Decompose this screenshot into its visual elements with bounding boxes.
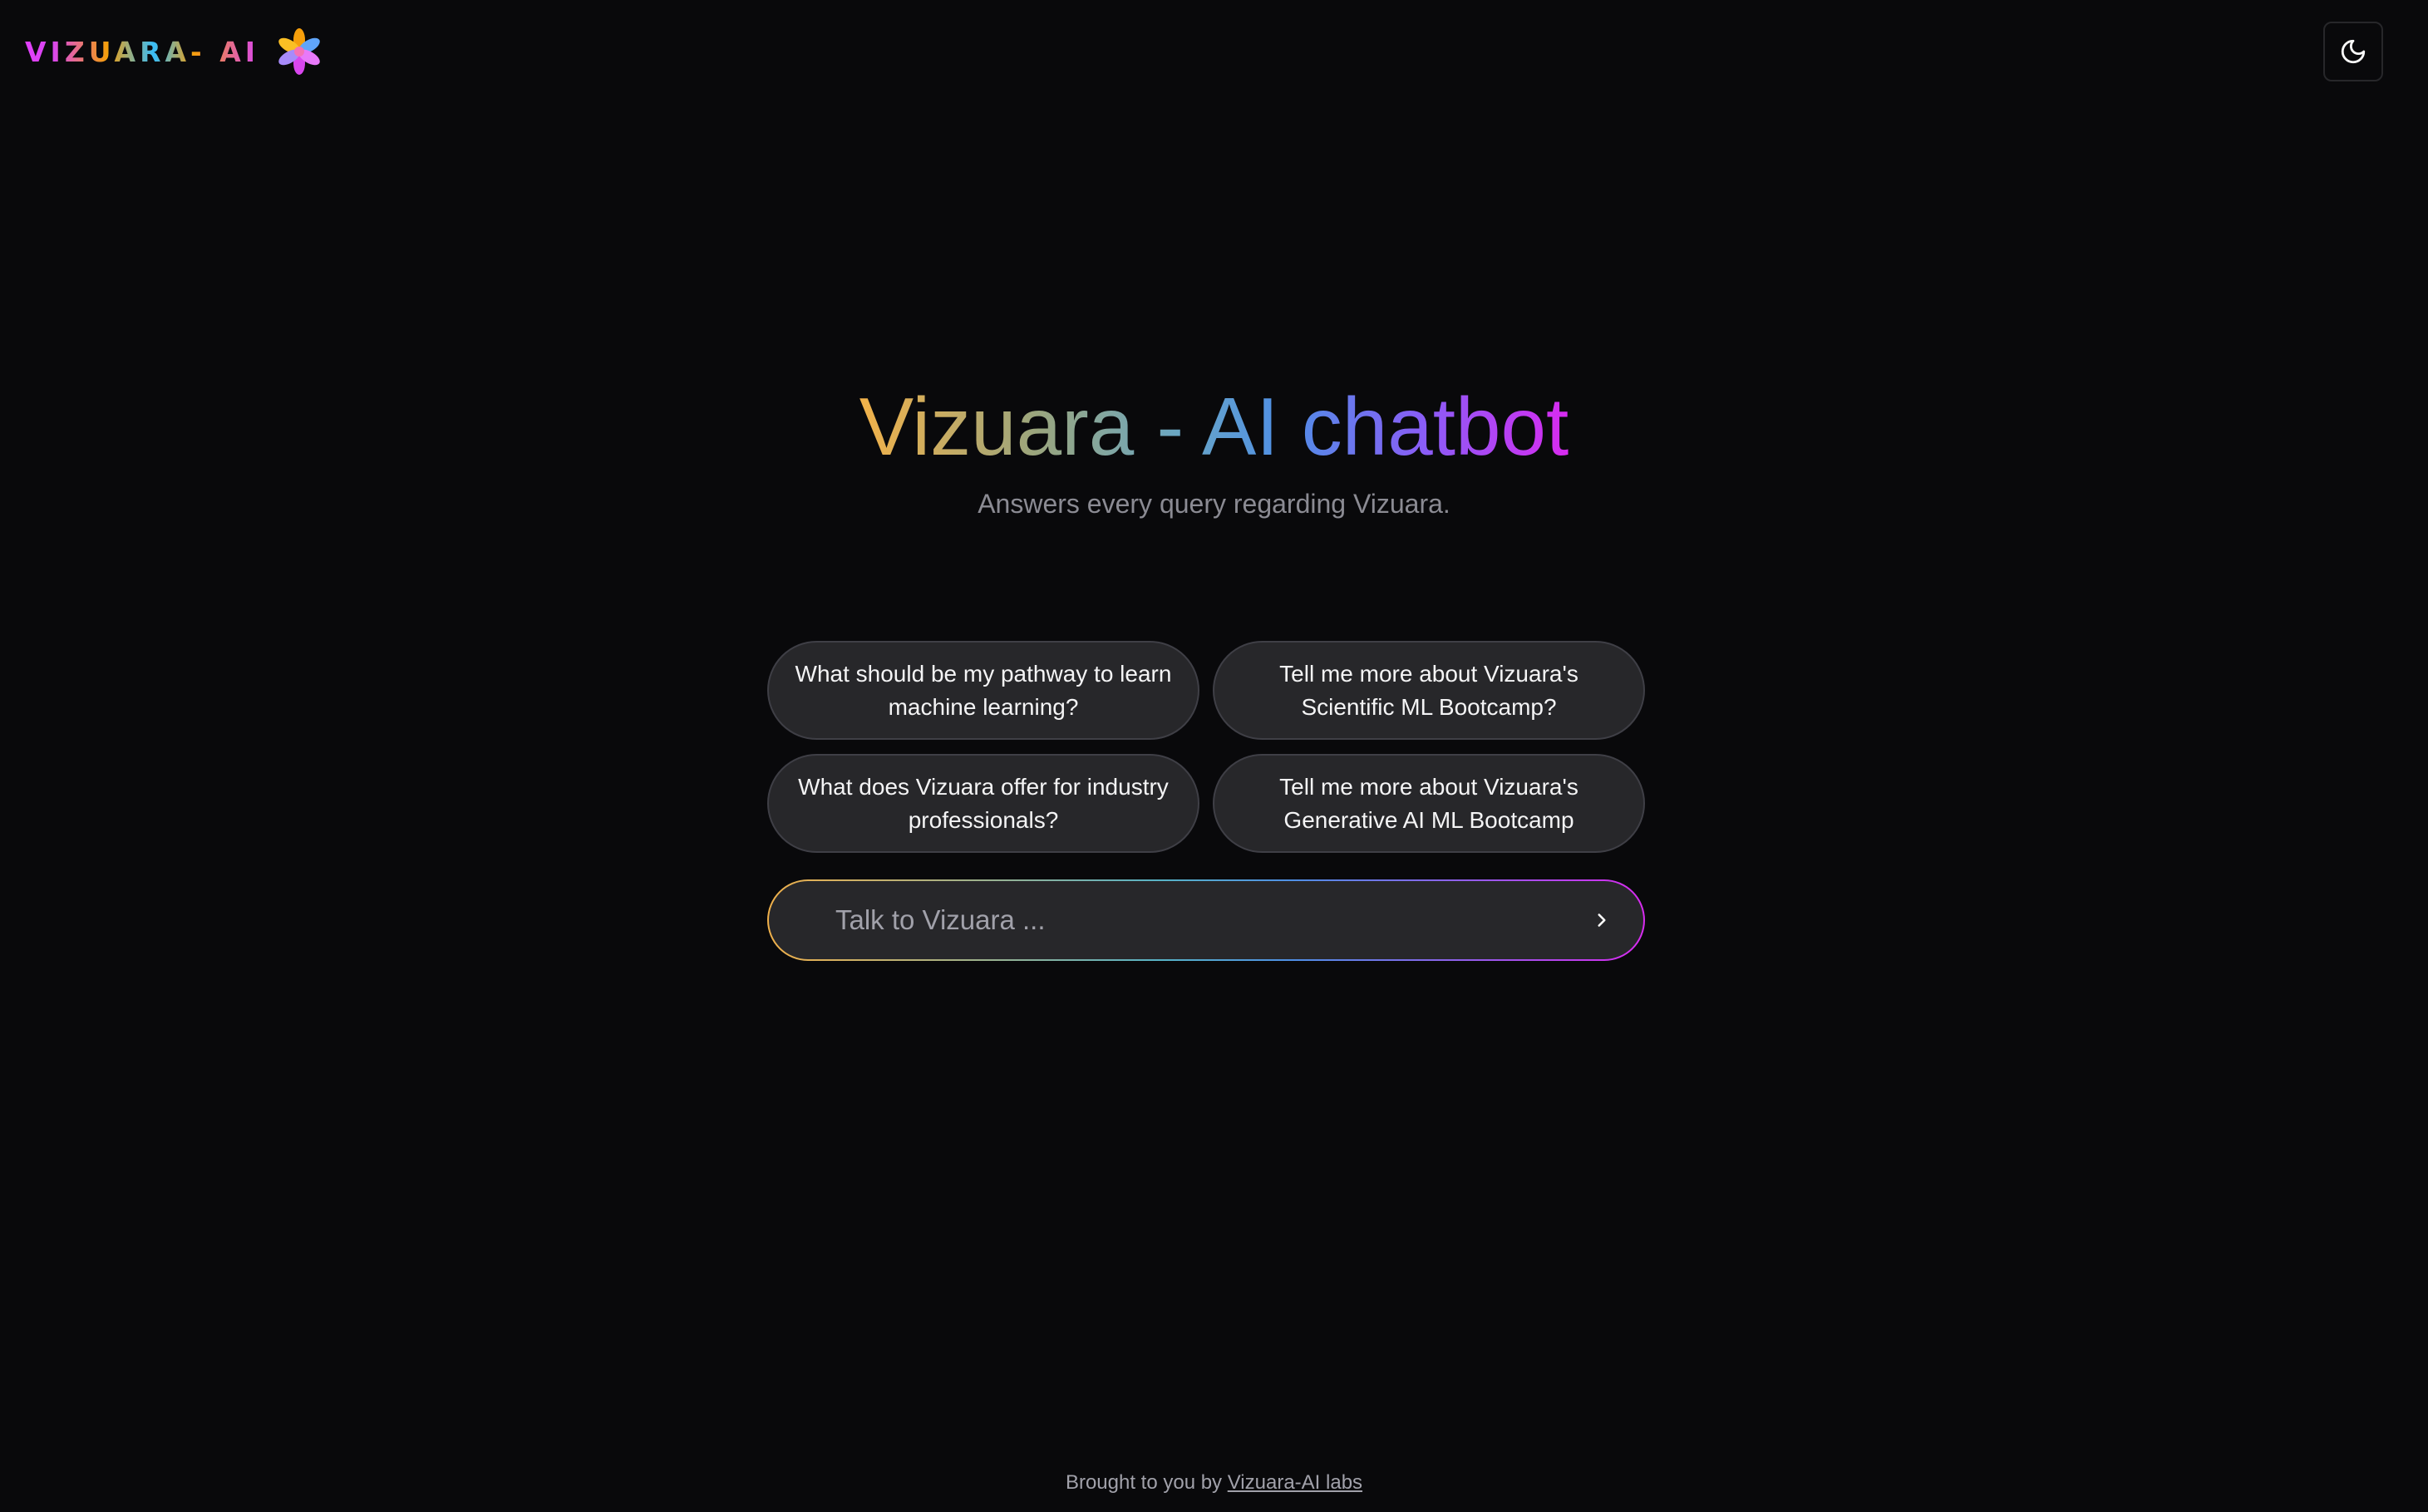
- suggestion-industry-professionals[interactable]: What does Vizuara offer for industry pro…: [767, 754, 1199, 853]
- suggestion-generative-ai-bootcamp[interactable]: Tell me more about Vizuara's Generative …: [1213, 754, 1645, 853]
- moon-icon: [2341, 39, 2366, 64]
- theme-toggle-button[interactable]: [2323, 22, 2383, 81]
- footer: Brought to you by Vizuara-AI labs: [0, 1471, 2428, 1495]
- chat-input[interactable]: [834, 904, 1585, 937]
- page-subtitle: Answers every query regarding Vizuara.: [978, 489, 1450, 519]
- logo-text: VIZUARA- AI: [25, 35, 260, 68]
- send-button[interactable]: [1585, 904, 1618, 937]
- footer-link[interactable]: Vizuara-AI labs: [1228, 1471, 1362, 1494]
- hero: Vizuara - AI chatbot Answers every query…: [0, 372, 2428, 520]
- chat-input-container: [767, 879, 1645, 961]
- suggestion-grid: What should be my pathway to learn machi…: [767, 641, 1645, 853]
- chat-input-inner: [769, 881, 1643, 959]
- suggestion-pathway-ml[interactable]: What should be my pathway to learn machi…: [767, 641, 1199, 740]
- page: VIZUARA- AI Vizuara - AI chatbot Answers…: [0, 0, 2428, 1512]
- flower-logo-icon: [278, 28, 320, 75]
- footer-prefix: Brought to you by: [1065, 1471, 1228, 1494]
- suggestion-scientific-ml-bootcamp[interactable]: Tell me more about Vizuara's Scientific …: [1213, 641, 1645, 740]
- chevron-right-icon: [1598, 914, 1606, 927]
- page-title: Vizuara - AI chatbot: [859, 372, 1569, 480]
- brand-logo[interactable]: VIZUARA- AI: [25, 25, 324, 78]
